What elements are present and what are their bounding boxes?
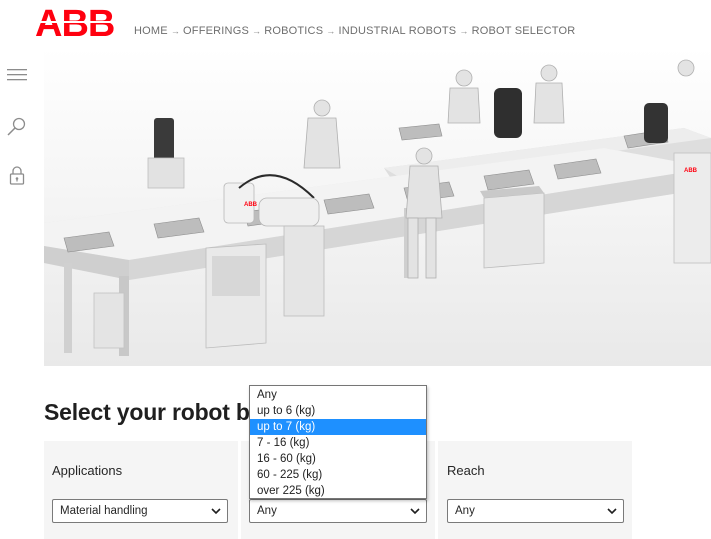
payload-dropdown-list: Any up to 6 (kg) up to 7 (kg) 7 - 16 (kg…	[249, 385, 427, 499]
reach-select-value: Any	[455, 505, 475, 517]
breadcrumb-industrial-robots[interactable]: INDUSTRIAL ROBOTS	[338, 25, 456, 37]
reach-filter-panel: Reach Any	[438, 441, 632, 539]
page-title: Select your robot b	[44, 399, 250, 425]
chevron-down-icon	[410, 508, 420, 515]
svg-text:ABB: ABB	[684, 168, 698, 174]
search-icon[interactable]	[6, 116, 28, 138]
breadcrumb-home[interactable]: HOME	[134, 25, 168, 37]
payload-option-up-to-6[interactable]: up to 6 (kg)	[250, 403, 426, 419]
reach-select[interactable]: Any	[447, 499, 624, 523]
chevron-down-icon	[211, 508, 221, 515]
payload-select-value: Any	[257, 505, 277, 517]
payload-option-7-16[interactable]: 7 - 16 (kg)	[250, 435, 426, 451]
chevron-right-icon: →	[170, 26, 181, 36]
chevron-right-icon: →	[251, 26, 262, 36]
chevron-right-icon: →	[326, 26, 336, 36]
applications-label: Applications	[52, 463, 123, 478]
svg-text:ABB: ABB	[244, 202, 258, 208]
applications-select-value: Material handling	[60, 505, 148, 517]
breadcrumb-robot-selector[interactable]: ROBOT SELECTOR	[472, 25, 576, 37]
reach-label: Reach	[447, 463, 485, 478]
abb-logo[interactable]: ABB	[35, 3, 125, 45]
breadcrumb: HOME → OFFERINGS → ROBOTICS → INDUSTRIAL…	[134, 25, 575, 37]
lock-icon[interactable]	[6, 164, 28, 186]
chevron-down-icon	[607, 508, 617, 515]
applications-filter-panel: Applications Material handling	[44, 441, 238, 539]
chevron-right-icon: →	[459, 26, 469, 36]
payload-select[interactable]: Any	[249, 499, 427, 523]
menu-icon[interactable]	[6, 64, 28, 86]
payload-option-up-to-7[interactable]: up to 7 (kg)	[250, 419, 426, 435]
breadcrumb-robotics[interactable]: ROBOTICS	[264, 25, 323, 37]
applications-select[interactable]: Material handling	[52, 499, 228, 523]
logo-text: ABB	[35, 6, 114, 42]
hero-image: ABB ABB	[44, 48, 711, 366]
payload-option-over-225[interactable]: over 225 (kg)	[250, 483, 426, 499]
breadcrumb-offerings[interactable]: OFFERINGS	[183, 25, 249, 37]
payload-option-60-225[interactable]: 60 - 225 (kg)	[250, 467, 426, 483]
payload-option-16-60[interactable]: 16 - 60 (kg)	[250, 451, 426, 467]
payload-option-any[interactable]: Any	[250, 387, 426, 403]
